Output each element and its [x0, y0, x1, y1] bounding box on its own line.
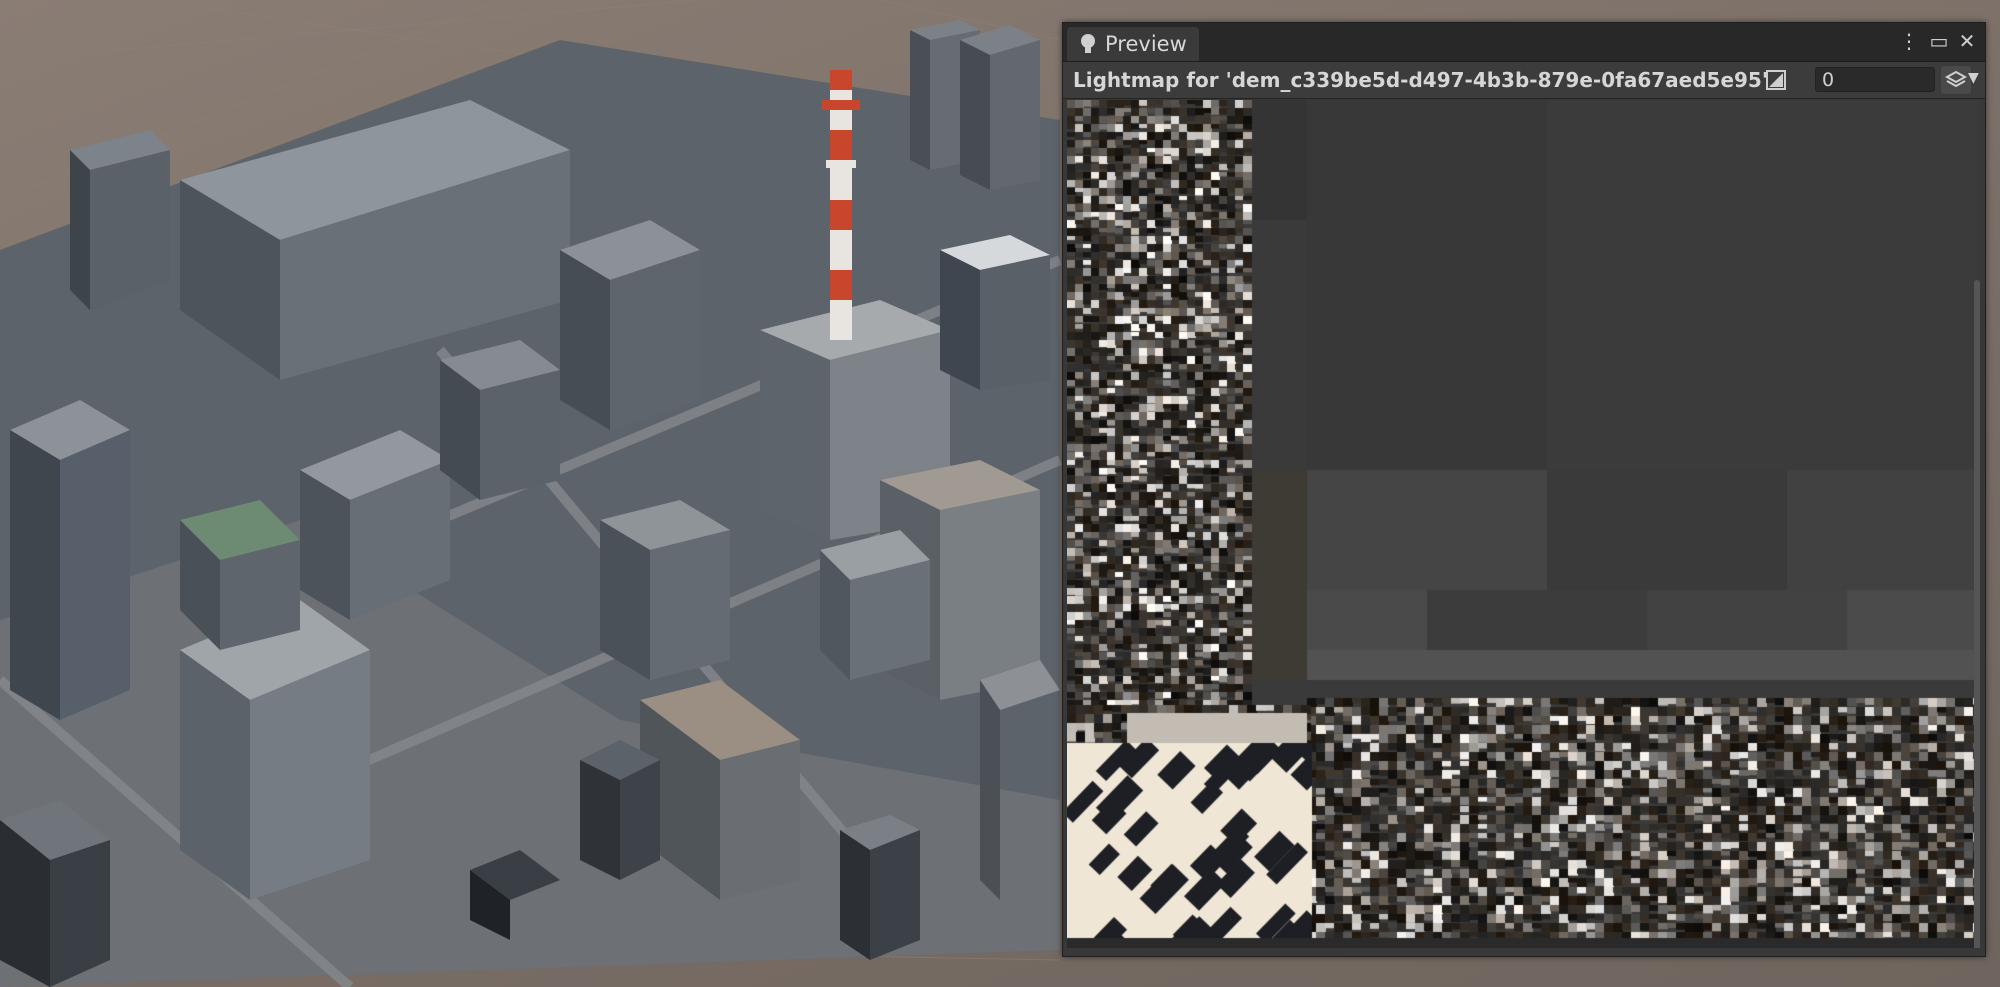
preview-window: Preview ⋮ ▭ ✕ Lightmap for 'dem_c339be5d… [1062, 22, 1986, 957]
maximize-icon[interactable]: ▭ [1927, 29, 1951, 53]
exposure-icon[interactable] [1766, 70, 1786, 90]
lightmap-canvas [1067, 100, 1980, 948]
lightmap-texture[interactable] [1067, 100, 1980, 948]
tab-label: Preview [1105, 32, 1187, 56]
lightbulb-icon [1077, 31, 1099, 57]
layers-icon[interactable] [1941, 66, 1971, 94]
lightmap-title: Lightmap for 'dem_c339be5d-d497-4b3b-879… [1073, 68, 1768, 92]
close-icon[interactable]: ✕ [1955, 29, 1979, 53]
lightmap-toolbar: Lightmap for 'dem_c339be5d-d497-4b3b-879… [1063, 62, 1985, 99]
kebab-menu-icon[interactable]: ⋮ [1897, 29, 1921, 53]
chevron-down-icon[interactable]: ▼ [1968, 70, 1982, 90]
tab-preview[interactable]: Preview [1067, 27, 1199, 61]
exposure-field[interactable] [1815, 67, 1935, 92]
vertical-scrollbar[interactable] [1974, 280, 1980, 948]
tab-bar: Preview ⋮ ▭ ✕ [1063, 23, 1985, 62]
